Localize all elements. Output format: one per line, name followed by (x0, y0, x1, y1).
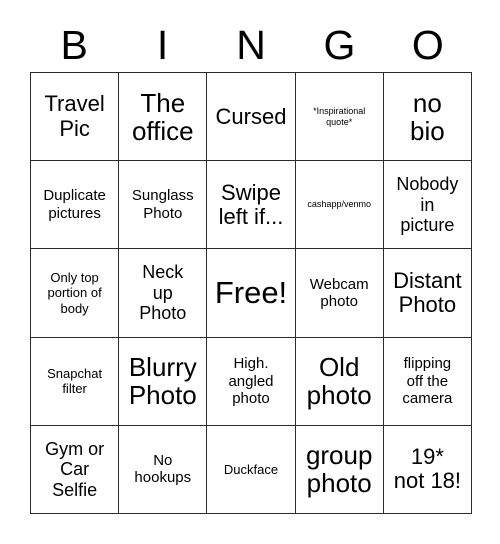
bingo-cell-b2[interactable]: Duplicate pictures (31, 161, 120, 250)
bingo-cell-i4[interactable]: Blurry Photo (119, 337, 208, 426)
bingo-cell-text: No hookups (134, 452, 192, 487)
bingo-cell-b5[interactable]: Gym or Car Selfie (31, 425, 120, 514)
bingo-cell-text: Swipe left if... (218, 179, 284, 229)
header-letter-g: G (323, 21, 356, 68)
bingo-cell-text: Blurry Photo (128, 352, 197, 411)
bingo-cell-text: cashapp/venmo (307, 199, 371, 210)
bingo-cell-g1[interactable]: *Inspirational quote* (295, 73, 384, 162)
bingo-cell-g5[interactable]: group photo (295, 425, 384, 514)
bingo-cell-text: Duckface (223, 461, 279, 477)
bingo-cell-text: Old photo (306, 352, 372, 411)
header-letter-o: O (411, 21, 444, 68)
bingo-cell-i1[interactable]: The office (119, 73, 208, 162)
bingo-cell-text: Neck up Photo (139, 262, 187, 324)
bingo-cell-text: Cursed (215, 103, 287, 129)
bingo-cell-text: Duplicate pictures (43, 187, 106, 222)
bingo-cell-text: Distant Photo (393, 267, 462, 317)
bingo-cell-o4[interactable]: flipping off the camera (383, 337, 472, 426)
bingo-cell-o1[interactable]: no bio (383, 73, 472, 162)
bingo-cell-i2[interactable]: Sunglass Photo (119, 161, 208, 250)
header-letter-i: I (156, 21, 169, 68)
bingo-cell-free-space[interactable]: Free! (207, 249, 296, 338)
bingo-cell-i3[interactable]: Neck up Photo (119, 249, 208, 338)
bingo-cell-text: Webcam photo (309, 275, 369, 310)
bingo-cell-text: High. angled photo (228, 355, 274, 407)
bingo-cell-text: Travel Pic (44, 91, 105, 141)
bingo-cell-o3[interactable]: Distant Photo (383, 249, 472, 338)
header-letter-n: N (236, 21, 266, 68)
bingo-cell-n5[interactable]: Duckface (207, 425, 296, 514)
bingo-cell-text: Free! (214, 274, 288, 310)
bingo-cell-text: no bio (410, 87, 445, 146)
bingo-cell-g3[interactable]: Webcam photo (295, 249, 384, 338)
bingo-cell-n2[interactable]: Swipe left if... (207, 161, 296, 250)
bingo-cell-text: Sunglass Photo (131, 187, 194, 222)
bingo-cell-text: The office (131, 87, 194, 146)
bingo-cell-o5[interactable]: 19* not 18! (383, 425, 472, 514)
bingo-cell-text: Gym or Car Selfie (45, 438, 105, 500)
bingo-cell-b3[interactable]: Only top portion of body (31, 249, 120, 338)
bingo-cell-g2[interactable]: cashapp/venmo (295, 161, 384, 250)
bingo-cell-text: Only top portion of body (47, 270, 102, 316)
bingo-grid: Travel Pic The office Cursed *Inspiratio… (30, 72, 472, 514)
bingo-header: B I N G O (30, 18, 472, 72)
bingo-cell-text: Snapchat filter (47, 365, 103, 397)
bingo-cell-n1[interactable]: Cursed (207, 73, 296, 162)
header-letter-b: B (60, 21, 88, 68)
bingo-cell-text: 19* not 18! (393, 444, 462, 494)
bingo-cell-text: Nobody in picture (396, 174, 459, 236)
bingo-cell-i5[interactable]: No hookups (119, 425, 208, 514)
bingo-cell-b1[interactable]: Travel Pic (31, 73, 120, 162)
bingo-cell-g4[interactable]: Old photo (295, 337, 384, 426)
bingo-card: B I N G O Travel Pic The office Cursed *… (0, 0, 500, 544)
bingo-cell-b4[interactable]: Snapchat filter (31, 337, 120, 426)
bingo-cell-text: flipping off the camera (402, 355, 453, 407)
bingo-cell-text: group photo (305, 440, 373, 499)
bingo-cell-n4[interactable]: High. angled photo (207, 337, 296, 426)
bingo-cell-text: *Inspirational quote* (313, 105, 366, 127)
bingo-cell-o2[interactable]: Nobody in picture (383, 161, 472, 250)
